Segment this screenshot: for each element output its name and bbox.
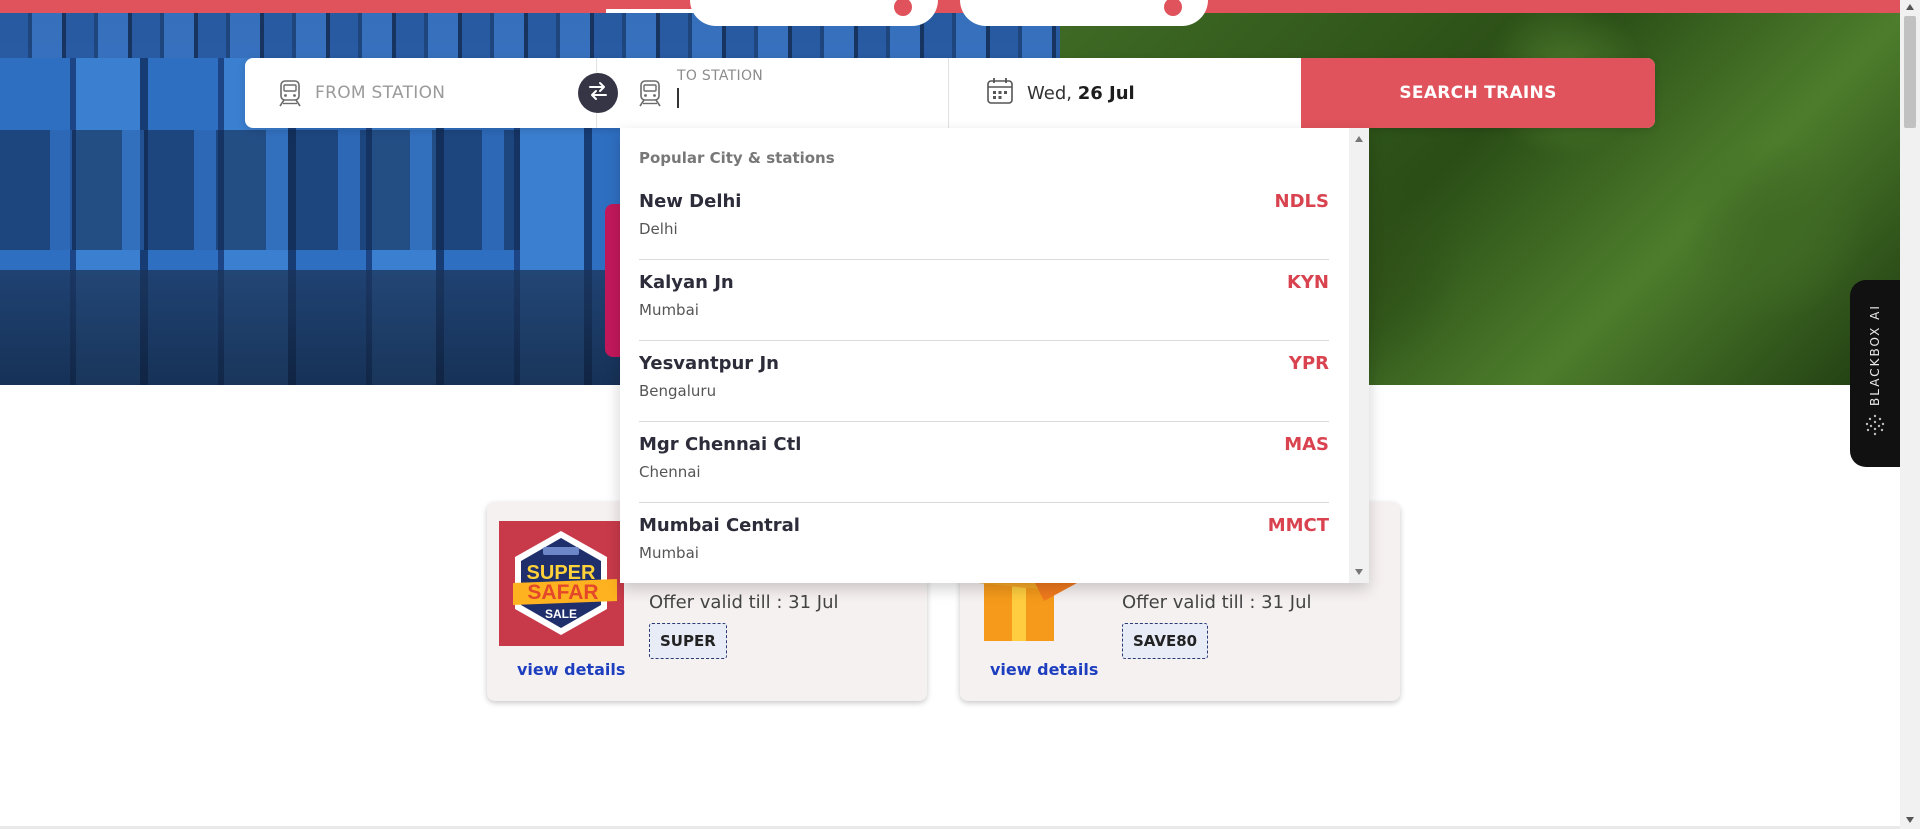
top-nav-bar (0, 0, 1900, 13)
journey-date-value: 26 Jul (1077, 82, 1135, 104)
station-code: YPR (1288, 353, 1329, 374)
badge-text-mid: SAFAR (527, 581, 598, 604)
swap-stations-button[interactable] (578, 73, 618, 113)
scroll-down-icon[interactable] (1355, 569, 1363, 575)
scrollbar-thumb[interactable] (1904, 16, 1916, 128)
to-station-field[interactable]: TO STATION (597, 58, 949, 128)
swap-arrows-icon (587, 80, 609, 106)
station-name: Kalyan Jn (639, 272, 734, 293)
train-search-bar: FROM STATION TO STATION Wed, 26 Jul SEAR… (245, 58, 1655, 128)
station-name: Yesvantpur Jn (639, 353, 779, 374)
page: FROM STATION TO STATION Wed, 26 Jul SEAR… (0, 0, 1920, 829)
station-code: MAS (1284, 434, 1329, 455)
station-name: Mgr Chennai Ctl (639, 434, 802, 455)
station-option[interactable]: Mumbai Central Mumbai MMCT (639, 503, 1329, 583)
tab-icon (1164, 0, 1182, 16)
scroll-up-icon[interactable] (1906, 4, 1914, 10)
station-city: Mumbai (639, 301, 699, 319)
station-suggestions-dropdown: Popular City & stations New Delhi Delhi … (620, 128, 1369, 583)
to-station-label: TO STATION (677, 68, 764, 84)
station-option[interactable]: Mgr Chennai Ctl Chennai MAS (639, 422, 1329, 503)
station-option[interactable]: New Delhi Delhi NDLS (639, 179, 1329, 260)
dropdown-heading: Popular City & stations (639, 149, 835, 167)
top-nav-tab-1[interactable] (690, 0, 938, 26)
search-trains-button[interactable]: SEARCH TRAINS (1301, 58, 1655, 128)
top-nav-tab-2[interactable] (960, 0, 1208, 26)
from-station-field[interactable]: FROM STATION (245, 58, 597, 128)
station-code: KYN (1286, 272, 1329, 293)
station-name: Mumbai Central (639, 515, 800, 536)
scroll-down-icon[interactable] (1906, 817, 1914, 823)
journey-date-text: Wed, 26 Jul (1027, 83, 1135, 104)
offer-validity: Offer valid till : 31 Jul (649, 592, 839, 613)
to-station-wrap: TO STATION (677, 68, 937, 108)
station-option[interactable]: Yesvantpur Jn Bengaluru YPR (639, 341, 1329, 422)
badge-text-bottom: SALE (545, 607, 577, 621)
from-station-placeholder: FROM STATION (315, 83, 446, 103)
journey-day: Wed, (1027, 82, 1072, 104)
to-station-input[interactable] (677, 88, 937, 108)
calendar-icon (985, 76, 1015, 110)
hero-train-windows (0, 130, 520, 250)
page-scrollbar[interactable] (1900, 0, 1920, 829)
dropdown-scrollbar[interactable] (1349, 128, 1369, 583)
hero-train-bogie (0, 270, 700, 385)
offer-code-badge[interactable]: SAVE80 (1122, 623, 1209, 659)
blackbox-ai-label: BLACKBOX AI (1868, 304, 1882, 406)
offer-code-badge[interactable]: SUPER (649, 623, 727, 659)
station-suggestions-list: Popular City & stations New Delhi Delhi … (620, 128, 1349, 583)
blackbox-ai-widget[interactable]: BLACKBOX AI (1850, 280, 1900, 467)
view-details-link[interactable]: view details (517, 660, 625, 679)
train-icon (635, 78, 665, 108)
journey-date-field[interactable]: Wed, 26 Jul (949, 58, 1301, 128)
super-safar-sale-image: SUPER SAFAR SALE (499, 521, 624, 646)
station-city: Bengaluru (639, 382, 717, 400)
train-icon (275, 78, 305, 108)
station-code: MMCT (1267, 515, 1329, 536)
active-tab-indicator (606, 9, 694, 13)
view-details-link[interactable]: view details (990, 660, 1098, 679)
station-option[interactable]: Kalyan Jn Mumbai KYN (639, 260, 1329, 341)
station-code: NDLS (1274, 191, 1329, 212)
sparkle-dots-icon (1864, 414, 1886, 440)
station-city: Delhi (639, 220, 678, 238)
station-city: Mumbai (639, 544, 699, 562)
station-city: Chennai (639, 463, 701, 481)
tab-icon (894, 0, 912, 16)
scroll-up-icon[interactable] (1355, 136, 1363, 142)
station-name: New Delhi (639, 191, 742, 212)
offer-validity: Offer valid till : 31 Jul (1122, 592, 1312, 613)
